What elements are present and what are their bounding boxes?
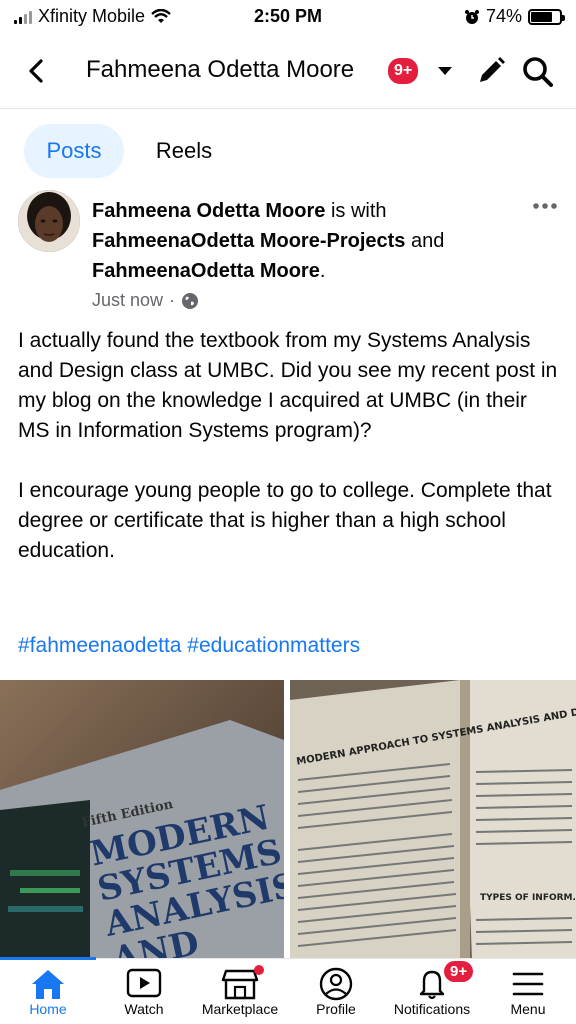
alarm-icon	[464, 9, 479, 24]
post-paragraph-2: I encourage young people to go to colleg…	[18, 479, 552, 562]
profile-icon	[319, 967, 353, 1001]
more-options-icon[interactable]	[530, 196, 560, 216]
photo-book-cover[interactable]: Fifth Edition MODERN SYSTEMS ANALYSIS AN…	[0, 680, 284, 960]
nav-profile[interactable]: Profile	[288, 959, 384, 1024]
post-header-text: Fahmeena Odetta Moore is with FahmeenaOd…	[92, 196, 522, 286]
bottom-nav: Home Watch Marketplace Profile 9+ Notifi…	[0, 957, 576, 1024]
status-bar: Xfinity Mobile 2:50 PM 74%	[0, 0, 576, 34]
post-meta: Just now ·	[92, 290, 199, 311]
post-hashtags[interactable]: #fahmeenaodetta #educationmatters	[18, 634, 360, 658]
nav-profile-label: Profile	[316, 1001, 356, 1017]
nav-menu-label: Menu	[510, 1001, 546, 1017]
nav-notifications[interactable]: 9+ Notifications	[384, 959, 480, 1024]
is-with-text: is with	[325, 200, 387, 222]
nav-watch[interactable]: Watch	[96, 959, 192, 1024]
post-time[interactable]: Just now	[92, 290, 163, 311]
globe-icon	[182, 292, 199, 309]
nav-home-label: Home	[29, 1001, 67, 1017]
battery-percent: 74%	[485, 6, 522, 26]
search-icon[interactable]	[520, 54, 556, 90]
nav-marketplace-label: Marketplace	[201, 1001, 279, 1017]
nav-home[interactable]: Home	[0, 957, 96, 1024]
marketplace-dot-badge	[254, 965, 264, 975]
nav-marketplace[interactable]: Marketplace	[192, 959, 288, 1024]
period-text: .	[319, 260, 326, 282]
caret-down-icon[interactable]	[436, 64, 454, 78]
nav-watch-label: Watch	[124, 1001, 164, 1017]
nav-notifications-label: Notifications	[393, 1001, 471, 1017]
active-indicator	[0, 957, 96, 960]
meta-separator: ·	[169, 290, 176, 310]
back-icon[interactable]	[22, 56, 52, 86]
top-header: Fahmeena Odetta Moore 9+	[0, 40, 576, 104]
pencil-icon[interactable]	[474, 54, 508, 88]
video-icon	[126, 968, 162, 998]
page-side-heading: TYPES OF INFORM... AND SYSTEMS DE...	[480, 893, 576, 903]
notification-badge: 9+	[388, 58, 419, 84]
page-title[interactable]: Fahmeena Odetta Moore	[86, 56, 354, 84]
home-icon	[32, 970, 64, 999]
nav-menu[interactable]: Menu	[480, 959, 576, 1024]
post-author[interactable]: Fahmeena Odetta Moore	[92, 200, 325, 222]
header-divider	[0, 108, 576, 109]
menu-icon	[512, 972, 544, 996]
notifications-badge: 9+	[444, 961, 474, 982]
avatar[interactable]	[18, 190, 80, 252]
battery-icon	[528, 8, 565, 25]
battery-area: 74%	[464, 6, 565, 27]
post-paragraph-1: I actually found the textbook from my Sy…	[18, 329, 558, 442]
tagged-page-1[interactable]: FahmeenaOdetta Moore-Projects	[92, 230, 405, 252]
photo-book-page[interactable]: MODERN APPROACH TO SYSTEMS ANALYSIS AND …	[290, 680, 576, 960]
avatar-photo	[18, 190, 80, 252]
post-body: I actually found the textbook from my Sy…	[18, 326, 558, 596]
tab-posts[interactable]: Posts	[24, 124, 124, 178]
and-text: and	[405, 230, 445, 252]
tagged-page-2[interactable]: FahmeenaOdetta Moore	[92, 260, 320, 282]
tab-reels[interactable]: Reels	[140, 124, 228, 178]
